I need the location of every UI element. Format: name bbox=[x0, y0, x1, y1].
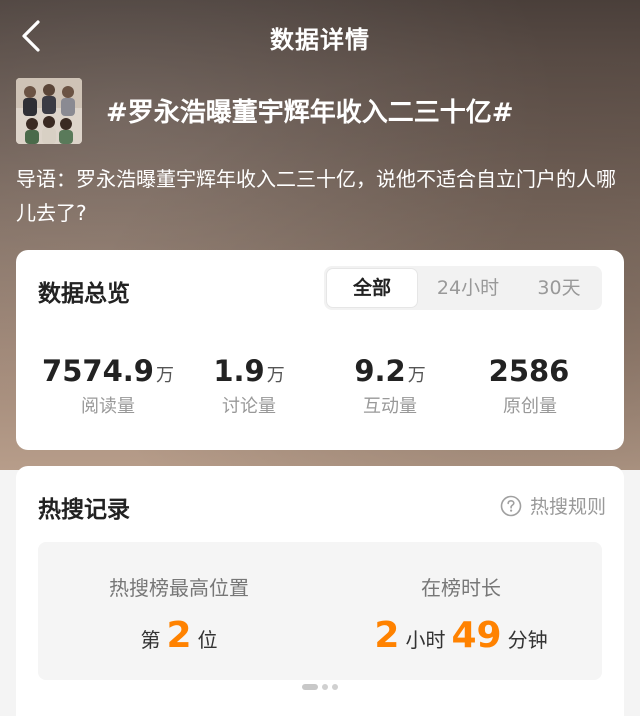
question-circle-icon bbox=[500, 495, 522, 516]
tab-all[interactable]: 全部 bbox=[326, 268, 418, 308]
top-bar: 数据详情 bbox=[0, 0, 640, 70]
tab-24h[interactable]: 24小时 bbox=[418, 266, 518, 310]
duration-value: 2 小时 49 分钟 bbox=[320, 615, 602, 656]
hot-search-card: 热搜记录 热搜规则 热搜榜最高位置 第 2 位 在榜时长 2 小时 49 分钟 bbox=[16, 466, 624, 716]
stat-unit: 万 bbox=[155, 365, 174, 386]
stat-originals: 2586 原创量 bbox=[460, 354, 600, 418]
duration-hours-unit: 小时 bbox=[405, 628, 446, 652]
hot-search-rules-link[interactable]: 热搜规则 bbox=[500, 492, 606, 519]
position-prefix: 第 bbox=[140, 628, 161, 652]
pager-dots bbox=[16, 684, 624, 690]
hot-search-summary: 热搜榜最高位置 第 2 位 在榜时长 2 小时 49 分钟 bbox=[38, 542, 602, 680]
stat-value: 9.2 bbox=[354, 354, 406, 388]
duration-label: 在榜时长 bbox=[421, 576, 501, 600]
highest-position-value: 第 2 位 bbox=[38, 615, 320, 656]
duration-block: 在榜时长 2 小时 49 分钟 bbox=[320, 542, 602, 656]
stat-label: 讨论量 bbox=[222, 396, 276, 417]
topic-title: #罗永浩曝董宇辉年收入二三十亿# bbox=[106, 98, 514, 128]
data-overview-card: 数据总览 全部 24小时 30天 7574.9 万 阅读量 1.9 万 讨论量 9.… bbox=[16, 250, 624, 450]
stat-unit: 万 bbox=[407, 365, 426, 386]
page-title: 数据详情 bbox=[270, 26, 370, 54]
stat-label: 阅读量 bbox=[81, 396, 135, 417]
stat-value: 2586 bbox=[488, 354, 570, 388]
stat-value: 7574.9 bbox=[42, 354, 154, 388]
overview-title: 数据总览 bbox=[38, 281, 130, 307]
topic-avatar bbox=[16, 78, 82, 144]
stat-unit: 万 bbox=[266, 365, 285, 386]
tab-30d[interactable]: 30天 bbox=[518, 266, 600, 310]
duration-minutes-unit: 分钟 bbox=[507, 628, 548, 652]
duration-hours: 2 bbox=[374, 615, 400, 656]
pager-dot[interactable] bbox=[332, 684, 338, 690]
position-suffix: 位 bbox=[197, 628, 218, 652]
hot-search-title: 热搜记录 bbox=[38, 497, 130, 523]
pager-dot[interactable] bbox=[302, 684, 318, 690]
stat-interactions: 9.2 万 互动量 bbox=[320, 354, 460, 418]
stats-row: 7574.9 万 阅读量 1.9 万 讨论量 9.2 万 互动量 2586 原创量 bbox=[16, 354, 624, 424]
highest-position-block: 热搜榜最高位置 第 2 位 bbox=[38, 542, 320, 656]
stat-value: 1.9 bbox=[213, 354, 265, 388]
topic-lead: 导语：罗永浩曝董宇辉年收入二三十亿，说他不适合自立门户的人哪儿去了? bbox=[16, 167, 616, 225]
position-number: 2 bbox=[166, 615, 192, 656]
stat-reads: 7574.9 万 阅读量 bbox=[38, 354, 178, 418]
time-range-tabs: 全部 24小时 30天 bbox=[324, 266, 602, 310]
stat-discussions: 1.9 万 讨论量 bbox=[179, 354, 319, 418]
highest-position-label: 热搜榜最高位置 bbox=[109, 576, 249, 600]
duration-minutes: 49 bbox=[451, 615, 502, 656]
hot-search-rules-label: 热搜规则 bbox=[529, 496, 606, 518]
pager-dot[interactable] bbox=[322, 684, 328, 690]
stat-label: 互动量 bbox=[363, 396, 417, 417]
stat-label: 原创量 bbox=[503, 396, 557, 417]
topic-header: #罗永浩曝董宇辉年收入二三十亿# bbox=[16, 78, 626, 144]
